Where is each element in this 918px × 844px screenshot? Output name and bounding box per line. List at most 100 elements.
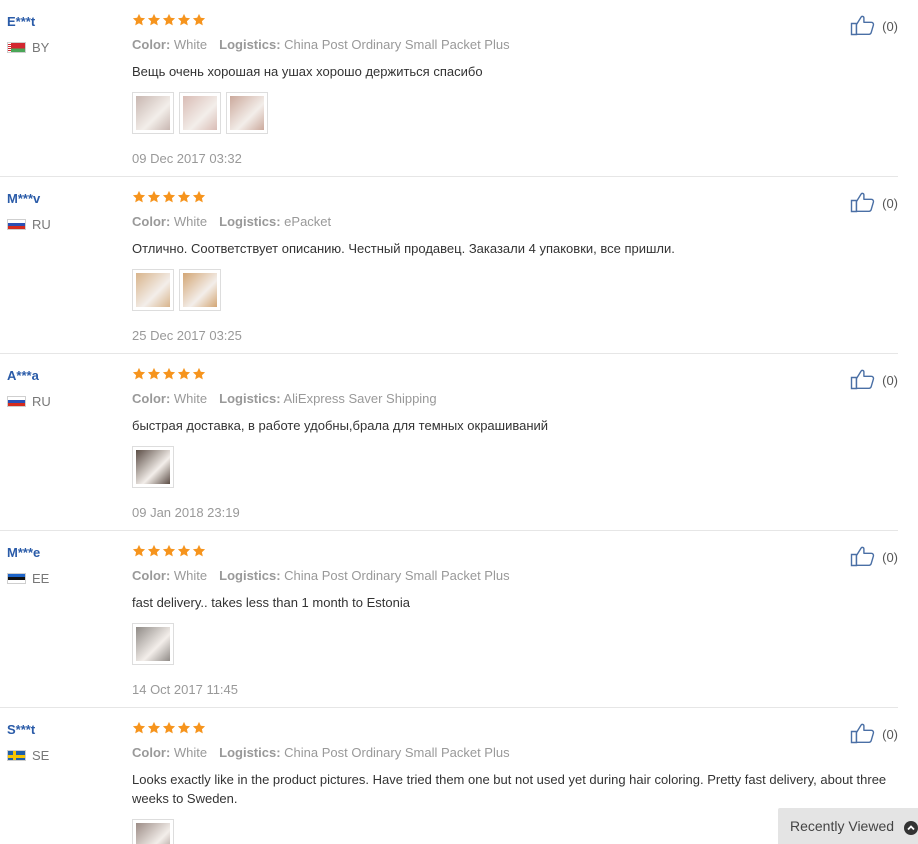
star-icon (147, 544, 161, 560)
review-photos (132, 269, 902, 311)
review-text: fast delivery.. takes less than 1 month … (132, 595, 410, 610)
review-photo[interactable] (132, 819, 174, 844)
helpful-vote[interactable]: (0) (850, 545, 898, 570)
review-date: 14 Oct 2017 11:45 (132, 682, 239, 697)
reviewer-name[interactable]: M***v (7, 191, 117, 207)
thumbs-up-icon[interactable] (850, 191, 876, 216)
logistics-value: China Post Ordinary Small Packet Plus (284, 37, 510, 52)
star-icon (162, 13, 176, 29)
color-value: White (173, 391, 208, 406)
star-icon (192, 367, 206, 383)
star-icon (147, 13, 161, 29)
reviewer-info: M***e EE (7, 545, 117, 586)
country-code: RU (32, 217, 51, 232)
star-icon (162, 721, 176, 737)
reviewer-name[interactable]: A***a (7, 368, 117, 384)
star-rating (132, 190, 902, 206)
star-rating (132, 721, 902, 737)
star-icon (192, 721, 206, 737)
reviewer-name[interactable]: M***e (7, 545, 117, 561)
review-item: A***a RU Color: White Logistics: AliExpress… (0, 354, 898, 531)
reviewer-country: BY (7, 40, 117, 55)
star-icon (192, 544, 206, 560)
review-photo[interactable] (132, 92, 174, 134)
helpful-vote[interactable]: (0) (850, 191, 898, 216)
country-flag-icon (7, 573, 26, 584)
reviewer-name[interactable]: S***t (7, 722, 117, 738)
star-icon (177, 13, 191, 29)
thumbs-up-icon[interactable] (850, 14, 876, 39)
star-icon (192, 190, 206, 206)
review-photo[interactable] (132, 446, 174, 488)
reviewer-info: S***t SE (7, 722, 117, 763)
review-photo[interactable] (179, 269, 221, 311)
recently-viewed-label: Recently Viewed (790, 818, 895, 834)
logistics-label: Logistics: (219, 214, 281, 229)
review-text: Отлично. Соответствует описанию. Честный… (132, 241, 675, 256)
review-date: 09 Jan 2018 23:19 (132, 505, 240, 520)
reviewer-country: EE (7, 571, 117, 586)
star-icon (177, 721, 191, 737)
review-photo[interactable] (132, 623, 174, 665)
star-icon (147, 721, 161, 737)
star-icon (147, 367, 161, 383)
review-attributes: Color: White Logistics: ePacket (132, 214, 902, 230)
star-icon (132, 190, 146, 206)
review-photo-image (183, 96, 217, 130)
helpful-count: (0) (882, 550, 898, 565)
review-date: 09 Dec 2017 03:32 (132, 151, 242, 166)
logistics-value: China Post Ordinary Small Packet Plus (284, 745, 510, 760)
star-rating (132, 367, 902, 383)
thumbs-up-icon[interactable] (850, 368, 876, 393)
review-photo[interactable] (179, 92, 221, 134)
country-code: BY (32, 40, 50, 55)
chevron-up-icon (904, 821, 918, 835)
recently-viewed-button[interactable]: Recently Viewed (778, 808, 918, 844)
review-item: M***v RU Color: White Logistics: ePacket Отл… (0, 177, 898, 354)
logistics-label: Logistics: (219, 745, 281, 760)
country-flag-icon (7, 750, 26, 761)
review-photo[interactable] (226, 92, 268, 134)
review-photo-image (136, 823, 170, 844)
color-value: White (173, 37, 208, 52)
logistics-label: Logistics: (219, 568, 281, 583)
reviewer-name[interactable]: E***t (7, 14, 117, 30)
country-flag-icon (7, 219, 26, 230)
color-value: White (173, 214, 208, 229)
review-photo-image (136, 273, 170, 307)
review-content: Color: White Logistics: AliExpress Saver … (132, 367, 902, 521)
helpful-vote[interactable]: (0) (850, 368, 898, 393)
logistics-label: Logistics: (219, 391, 281, 406)
review-attributes: Color: White Logistics: China Post Ordina… (132, 745, 902, 761)
review-text: Looks exactly like in the product pictur… (132, 772, 887, 806)
review-text: Вещь очень хорошая на ушах хорошо держит… (132, 64, 483, 79)
review-photo[interactable] (132, 269, 174, 311)
helpful-count: (0) (882, 19, 898, 34)
thumbs-up-icon[interactable] (850, 722, 876, 747)
star-rating (132, 13, 902, 29)
helpful-vote[interactable]: (0) (850, 722, 898, 747)
star-icon (162, 544, 176, 560)
review-attributes: Color: White Logistics: AliExpress Saver … (132, 391, 902, 407)
color-label: Color: (132, 745, 171, 760)
review-item: M***e EE Color: White Logistics: China Post… (0, 531, 898, 708)
country-flag-icon (7, 396, 26, 407)
color-label: Color: (132, 391, 171, 406)
star-icon (147, 190, 161, 206)
thumbs-up-icon[interactable] (850, 545, 876, 570)
star-icon (162, 190, 176, 206)
star-rating (132, 544, 902, 560)
reviewer-country: SE (7, 748, 117, 763)
star-icon (177, 367, 191, 383)
helpful-count: (0) (882, 373, 898, 388)
color-value: White (173, 745, 208, 760)
review-photo-image (230, 96, 264, 130)
review-attributes: Color: White Logistics: China Post Ordina… (132, 37, 902, 53)
logistics-label: Logistics: (219, 37, 281, 52)
review-content: Color: White Logistics: ePacket Отлично. С… (132, 190, 902, 344)
review-item: E***t BY Color: White Logistics: China Post… (0, 0, 898, 177)
helpful-vote[interactable]: (0) (850, 14, 898, 39)
review-photo-image (136, 627, 170, 661)
reviewer-country: RU (7, 394, 117, 409)
color-value: White (173, 568, 208, 583)
